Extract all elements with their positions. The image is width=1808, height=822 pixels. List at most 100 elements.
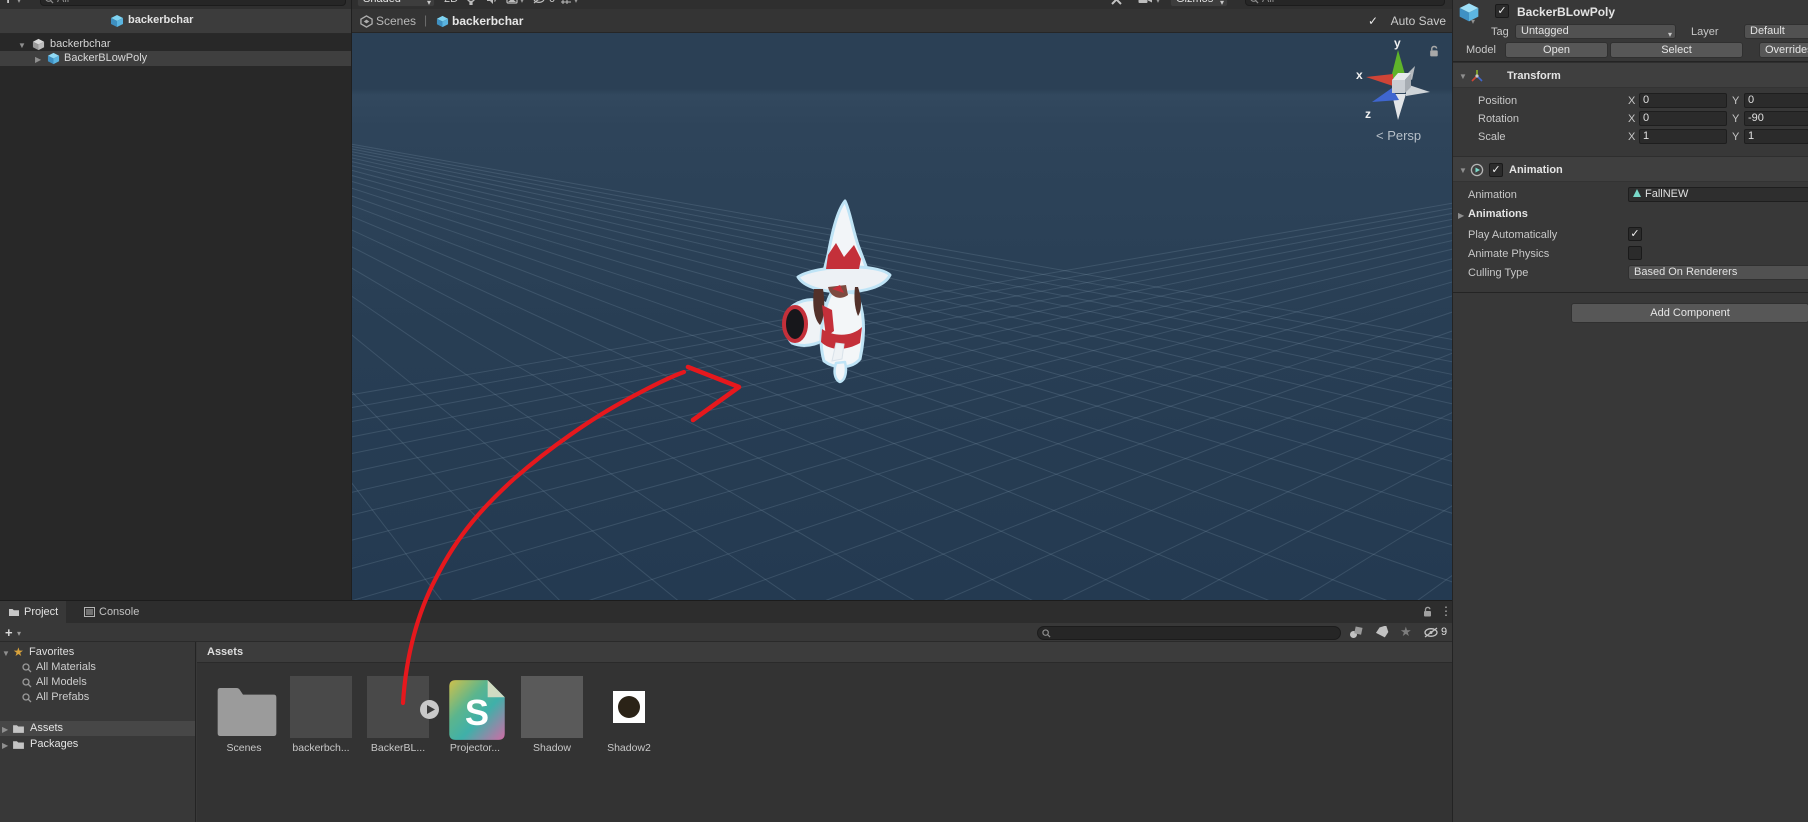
scale-y-field[interactable]: 1 [1744,129,1808,144]
favorites-label: Favorites [29,646,75,658]
hierarchy-row-backerbchar[interactable]: ▼ backerbchar [0,37,351,52]
animation-clip-object-field[interactable]: FallNEW [1628,187,1808,202]
perspective-label[interactable]: < Persp [1376,128,1421,143]
effects-dropdown-caret[interactable]: ▾ [520,0,524,5]
hierarchy-row-backerblowpoly[interactable]: ▶ BackerBLowPoly [0,51,351,66]
animations-foldout-label[interactable]: Animations [1468,208,1528,220]
auto-save-checkbox[interactable]: ✓ [1368,14,1378,28]
audio-toggle-icon[interactable] [486,0,498,5]
scene-search-input[interactable]: All [1245,0,1445,6]
layer-dropdown[interactable]: Default [1744,24,1808,39]
folder-icon [13,741,24,749]
create-dropdown-caret[interactable]: ▾ [17,629,21,638]
camera-dropdown-caret[interactable]: ▾ [1156,0,1160,5]
position-x-field[interactable]: 0 [1639,93,1727,108]
model-open-button[interactable]: Open [1505,42,1608,58]
model-select-button[interactable]: Select [1610,42,1743,58]
model-overrides-button[interactable]: Overrides [1759,42,1808,58]
rotation-y-field[interactable]: -90 [1744,111,1808,126]
lighting-toggle-icon[interactable] [466,0,476,6]
hierarchy-search-input[interactable]: All [40,0,346,6]
foldout-open-icon[interactable]: ▼ [1459,72,1467,81]
position-y-field[interactable]: 0 [1744,93,1808,108]
auto-save-label: Auto Save [1390,14,1446,28]
panel-menu-icon[interactable]: ⋮ [1440,604,1452,618]
component-tools-icon[interactable] [1110,0,1123,6]
foldout-open-icon[interactable]: ▼ [1459,166,1467,175]
hierarchy-search-placeholder: All [57,0,69,5]
scene-breadcrumb-bar: Scenes | backerbchar ✓ Auto Save [352,9,1452,33]
foldout-closed-icon[interactable]: ▶ [35,55,41,64]
tree-row-all-prefabs[interactable]: All Prefabs [0,690,195,705]
asset-backerblowpoly-model[interactable]: BackerBL... [361,676,439,754]
hidden-objects-icon[interactable] [533,0,547,4]
lock-icon[interactable] [1422,606,1434,618]
asset-scenes-folder[interactable]: Scenes [207,676,281,754]
asset-shadow-model[interactable]: Shadow [515,676,589,754]
hierarchy-scene-header[interactable]: backerbchar [0,9,351,34]
gizmo-cube[interactable] [1392,80,1405,93]
asset-projector-substance[interactable]: S Projector... [438,676,512,754]
animate-physics-checkbox[interactable] [1628,246,1642,260]
prefab-icon-dropdown-caret[interactable]: ▾ [1471,17,1475,26]
add-component-button[interactable]: Add Component [1571,303,1808,323]
axis-z-label: z [1365,107,1371,121]
tree-row-all-materials[interactable]: All Materials [0,660,195,675]
tree-row-all-models[interactable]: All Models [0,675,195,690]
asset-backerbchar-model[interactable]: backerbch... [284,676,358,754]
transform-component-header[interactable]: ▼ Transform [1453,62,1808,88]
tab-project[interactable]: Project [0,601,67,623]
create-plus-button[interactable]: + [5,625,13,640]
tree-item-label: All Materials [36,661,96,673]
breadcrumb-root[interactable]: Scenes [376,14,416,28]
create-dropdown-caret[interactable]: ▾ [17,0,21,5]
foldout-open-icon[interactable]: ▼ [2,649,10,658]
wizard-character-model[interactable] [772,193,912,388]
play-expand-icon[interactable] [419,699,440,720]
assets-content-pane: Assets Scenes backerbch... BackerBL... S… [197,642,1452,822]
tree-row-packages[interactable]: ▶ Packages [0,737,195,752]
play-automatically-checkbox[interactable]: ✓ [1628,227,1642,241]
camera-icon[interactable] [1138,0,1153,4]
project-search-input[interactable] [1037,626,1341,640]
create-plus-button[interactable]: + [4,0,12,7]
search-by-type-icon[interactable] [1349,626,1363,639]
asset-shadow2-texture[interactable]: Shadow2 [592,676,666,754]
asset-label: Scenes [226,742,262,754]
breadcrumb-separator: | [424,13,428,27]
animation-component-header[interactable]: ▼ ✓ Animation [1453,156,1808,182]
tree-row-favorites[interactable]: ▼ ★ Favorites [0,645,195,660]
transform-title: Transform [1507,70,1561,82]
foldout-closed-icon[interactable]: ▶ [2,741,8,750]
tree-row-assets[interactable]: ▶ Assets [0,721,195,736]
inspector-panel: ▾ ✓ BackerBLowPoly Tag Untagged ▾ Layer D… [1452,0,1808,822]
tag-dropdown[interactable]: Untagged ▾ [1515,24,1676,39]
grid-dropdown-caret[interactable]: ▾ [574,0,578,5]
tab-console[interactable]: Console [76,601,147,623]
lock-icon[interactable] [1428,45,1441,58]
gizmos-dropdown[interactable]: Gizmos▾ [1170,0,1228,7]
foldout-closed-icon[interactable]: ▶ [1458,211,1464,220]
unity-editor-window: + ▾ All backerbchar ▼ backerbchar ▶ [0,0,1808,822]
active-checkbox[interactable]: ✓ [1495,4,1509,18]
axis-x-cone[interactable] [1366,74,1393,86]
scene-canvas[interactable]: y x z < Persp [352,33,1452,600]
foldout-open-icon[interactable]: ▼ [18,41,26,50]
favorite-search-star-icon[interactable]: ★ [1400,624,1412,640]
shading-mode-dropdown[interactable]: Shaded▾ [357,0,435,7]
foldout-closed-icon[interactable]: ▶ [2,725,8,734]
hidden-packages-icon[interactable] [1424,627,1440,638]
scale-x-field[interactable]: 1 [1639,129,1727,144]
asset-label: Shadow [533,742,571,754]
grid-toggle-icon[interactable] [560,0,572,5]
axis-y-label: y [1394,36,1401,50]
rotation-x-field[interactable]: 0 [1639,111,1727,126]
effects-toggle-icon[interactable] [506,0,518,5]
2d-toggle-button[interactable]: 2D [444,0,458,5]
hierarchy-item-label: backerbchar [50,38,111,50]
animation-enabled-checkbox[interactable]: ✓ [1489,163,1503,177]
search-by-label-icon[interactable] [1375,626,1389,639]
culling-type-dropdown[interactable]: Based On Renderers [1628,265,1808,280]
breadcrumb-current[interactable]: backerbchar [452,14,523,28]
scene-view-toolbar: Shaded▾ 2D ▾ 0 ▾ ▾ Gizmos▾ All [352,0,1452,9]
